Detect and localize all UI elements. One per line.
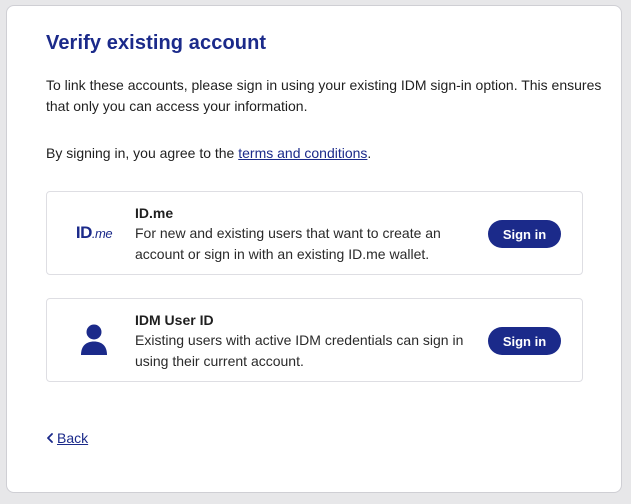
- idme-logo: ID.me: [69, 192, 119, 274]
- terms-link[interactable]: terms and conditions: [238, 145, 367, 161]
- option-name: IDM User ID: [135, 312, 214, 328]
- verify-account-card: Verify existing account To link these ac…: [6, 5, 622, 493]
- idm-sign-in-button[interactable]: Sign in: [488, 327, 561, 355]
- agreement-suffix: .: [367, 145, 372, 161]
- page-title: Verify existing account: [46, 32, 267, 54]
- back-label[interactable]: Back: [57, 430, 88, 446]
- idme-logo-main: ID: [75, 223, 93, 242]
- user-icon-svg: [81, 324, 107, 355]
- chevron-left-icon: [47, 433, 53, 443]
- agreement-prefix: By signing in, you agree to the: [46, 145, 239, 161]
- intro-text: To link these accounts, please sign in u…: [46, 77, 602, 114]
- option-name: ID.me: [135, 205, 174, 221]
- agreement-text: By signing in, you agree to the terms an…: [46, 143, 371, 164]
- idme-logo-suffix: .me: [91, 226, 113, 241]
- option-description: Existing users with active IDM credentia…: [135, 332, 464, 369]
- idm-option-text: IDM User ID Existing users with active I…: [135, 311, 480, 372]
- idme-sign-in-button[interactable]: Sign in: [488, 220, 561, 248]
- idm-user-id-option: IDM User ID Existing users with active I…: [46, 298, 583, 382]
- idme-option: ID.me ID.me For new and existing users t…: [46, 191, 583, 275]
- back-link[interactable]: Back: [46, 430, 88, 446]
- idme-option-text: ID.me For new and existing users that wa…: [135, 204, 480, 265]
- option-description: For new and existing users that want to …: [135, 225, 441, 262]
- user-icon: [69, 299, 119, 381]
